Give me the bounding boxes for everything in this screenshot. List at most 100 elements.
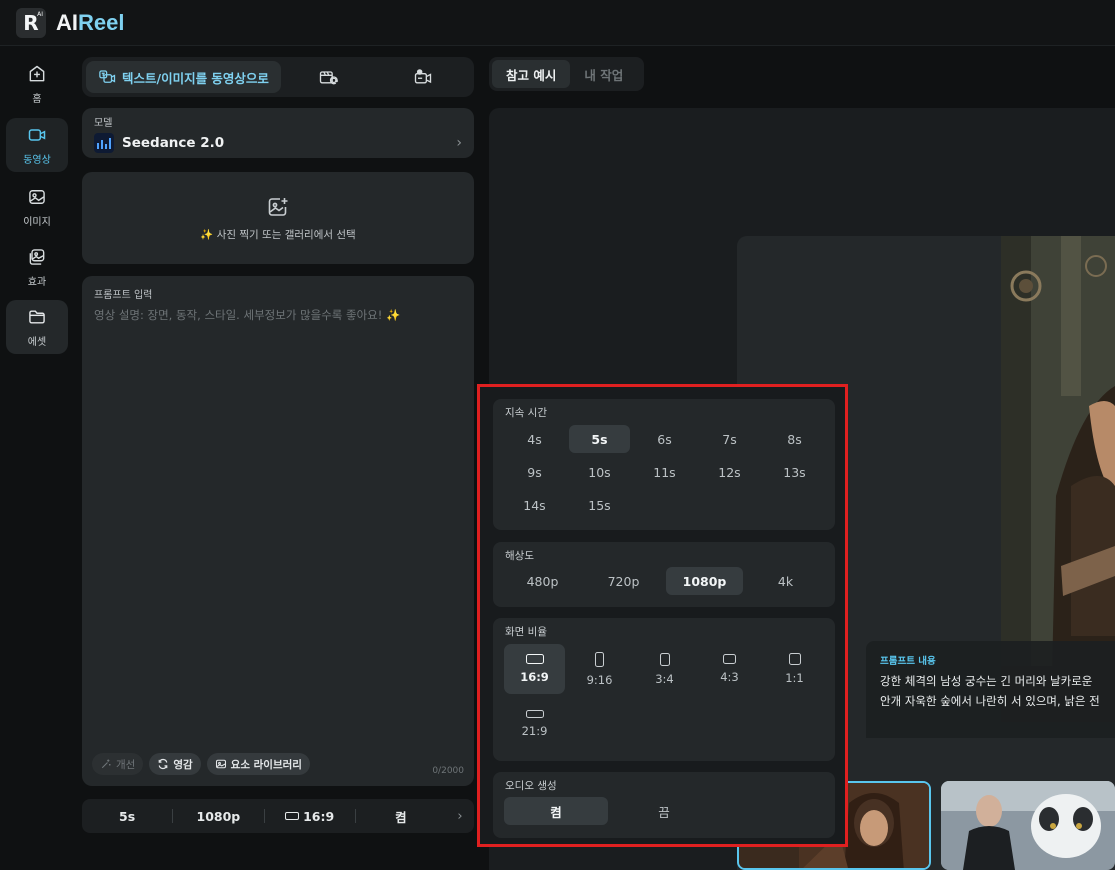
- nav-label-assets: 에셋: [27, 336, 47, 348]
- resolution-option-1080p[interactable]: 1080p: [666, 567, 743, 595]
- summary-resolution[interactable]: 1080p: [173, 809, 263, 824]
- summary-ratio[interactable]: 16:9: [265, 809, 355, 824]
- prompt-content-line1: 강한 체격의 남성 궁수는 긴 머리와 날카로운: [880, 674, 1093, 688]
- brand-prefix: AI: [56, 9, 78, 35]
- nav-label-home: 홈: [32, 93, 42, 105]
- prompt-input[interactable]: 영상 설명: 장면, 동작, 스타일. 세부정보가 많을수록 좋아요! ✨: [94, 307, 462, 323]
- aspect-label: 21:9: [521, 724, 548, 738]
- ratio-4-3-icon: [723, 654, 736, 664]
- ratio-3-4-icon: [659, 652, 670, 666]
- summary-audio[interactable]: 켬: [356, 807, 446, 826]
- aspect-option-21-9[interactable]: 21:9: [504, 699, 565, 749]
- improve-label: 개선: [116, 758, 136, 771]
- aspect-option-9-16[interactable]: 9:16: [569, 644, 630, 694]
- aspect-label: 4:3: [720, 670, 739, 684]
- prompt-content-label: 프롬프트 내용: [880, 656, 936, 667]
- nav-item-assets[interactable]: 에셋: [6, 300, 68, 354]
- brand-name[interactable]: AIReel: [56, 10, 124, 36]
- nav-item-image[interactable]: 이미지: [6, 180, 68, 234]
- image-upload-area[interactable]: ✨ 사진 찍기 또는 갤러리에서 선택: [82, 172, 474, 264]
- char-counter: 0/2000: [432, 766, 464, 776]
- duration-option-14s[interactable]: 14s: [504, 491, 565, 519]
- video-icon: [28, 128, 46, 141]
- ratio-1-1-icon: [788, 653, 801, 665]
- audio-title: 오디오 생성: [505, 780, 557, 792]
- prompt-label: 프롬프트 입력: [94, 290, 153, 301]
- right-tabbar: 참고 예시 내 작업: [489, 57, 644, 91]
- duration-option-8s[interactable]: 8s: [764, 425, 825, 453]
- resolution-option-4k[interactable]: 4k: [747, 567, 824, 595]
- inspire-button[interactable]: 영감: [149, 753, 201, 775]
- tab-motion-video[interactable]: [375, 67, 470, 87]
- logo-mini: AI: [37, 10, 43, 18]
- nav-item-video[interactable]: 동영상: [6, 118, 68, 172]
- resolution-option-480p[interactable]: 480p: [504, 567, 581, 595]
- aspect-label: 1:1: [785, 671, 804, 685]
- model-label: 모델: [94, 118, 113, 129]
- audio-on-option[interactable]: 켬: [504, 797, 608, 825]
- tab-reference-video[interactable]: [281, 67, 376, 87]
- improve-button[interactable]: 개선: [92, 753, 144, 775]
- library-icon: [215, 759, 226, 769]
- ratio-9-16-icon: [595, 651, 604, 667]
- aspect-label: 16:9: [520, 670, 549, 684]
- text-to-video-icon: [99, 70, 116, 83]
- summary-ratio-label: 16:9: [303, 808, 335, 824]
- upload-hint: ✨ 사진 찍기 또는 갤러리에서 선택: [200, 228, 356, 241]
- brand-suffix: Reel: [78, 9, 125, 35]
- aspect-label: 3:4: [655, 671, 674, 686]
- duration-option-15s[interactable]: 15s: [569, 491, 630, 519]
- inspire-label: 영감: [173, 758, 193, 771]
- ratio-16-9-icon: [285, 812, 300, 820]
- resolution-title: 해상도: [505, 550, 534, 562]
- nav-item-effects[interactable]: 효과: [6, 240, 68, 294]
- resolution-option-720p[interactable]: 720p: [585, 567, 662, 595]
- audio-off-option[interactable]: 끔: [612, 797, 716, 825]
- duration-option-10s[interactable]: 10s: [569, 458, 630, 486]
- prompt-content-line2: 안개 자욱한 숲에서 나란히 서 있으며, 낡은 전: [880, 693, 1100, 708]
- duration-option-7s[interactable]: 7s: [699, 425, 760, 453]
- duration-option-4s[interactable]: 4s: [504, 425, 565, 453]
- motion-camera-icon: [414, 69, 431, 84]
- tab-my-work[interactable]: 내 작업: [570, 60, 637, 88]
- aspect-option-3-4[interactable]: 3:4: [634, 644, 695, 694]
- aspect-label: 9:16: [586, 672, 613, 687]
- mode-tabbar: 텍스트/이미지를 동영상으로: [82, 57, 474, 97]
- duration-option-6s[interactable]: 6s: [634, 425, 695, 453]
- duration-option-12s[interactable]: 12s: [699, 458, 760, 486]
- prompt-card[interactable]: 프롬프트 입력 영상 설명: 장면, 동작, 스타일. 세부정보가 많을수록 좋…: [82, 276, 474, 786]
- duration-title: 지속 시간: [505, 407, 547, 419]
- logo[interactable]: R AI: [16, 7, 46, 38]
- ratio-21-9-icon: [525, 710, 544, 718]
- clapper-at-icon: [320, 71, 339, 85]
- duration-option-9s[interactable]: 9s: [504, 458, 565, 486]
- home-icon: [29, 65, 45, 81]
- aspect-option-4-3[interactable]: 4:3: [699, 644, 760, 694]
- model-selector[interactable]: 모델 Seedance 2.0 ›: [82, 108, 474, 158]
- example-thumbnail[interactable]: [941, 781, 1115, 870]
- element-library-button[interactable]: 요소 라이브러리: [206, 753, 310, 775]
- magic-wand-icon: [101, 759, 111, 769]
- duration-option-5s[interactable]: 5s: [569, 425, 630, 453]
- effects-icon: [29, 248, 45, 265]
- tab-examples[interactable]: 참고 예시: [492, 60, 571, 88]
- chevron-right-icon[interactable]: ›: [446, 809, 474, 824]
- refresh-icon: [158, 758, 168, 770]
- summary-duration[interactable]: 5s: [82, 809, 172, 824]
- tab-main-label: 텍스트/이미지를 동영상으로: [122, 70, 269, 86]
- duration-option-11s[interactable]: 11s: [634, 458, 695, 486]
- app-header: R AI AIReel: [0, 0, 1115, 46]
- aspect-option-1-1[interactable]: 1:1: [764, 644, 825, 694]
- settings-summary-bar[interactable]: 5s 1080p 16:9 켬 ›: [82, 799, 474, 833]
- duration-option-13s[interactable]: 13s: [764, 458, 825, 486]
- side-nav: 홈 동영상 이미지 효과 에셋: [0, 47, 75, 870]
- thumbnail-man-cat-image: [941, 781, 1115, 870]
- folder-icon: [29, 309, 45, 324]
- nav-label-video: 동영상: [23, 154, 51, 166]
- nav-item-home[interactable]: 홈: [6, 57, 68, 111]
- image-icon: [29, 189, 45, 204]
- ratio-16-9-icon: [525, 654, 544, 664]
- tab-text-image-to-video[interactable]: 텍스트/이미지를 동영상으로: [86, 61, 281, 93]
- seedance-logo-icon: [94, 133, 114, 153]
- aspect-option-16-9[interactable]: 16:9: [504, 644, 565, 694]
